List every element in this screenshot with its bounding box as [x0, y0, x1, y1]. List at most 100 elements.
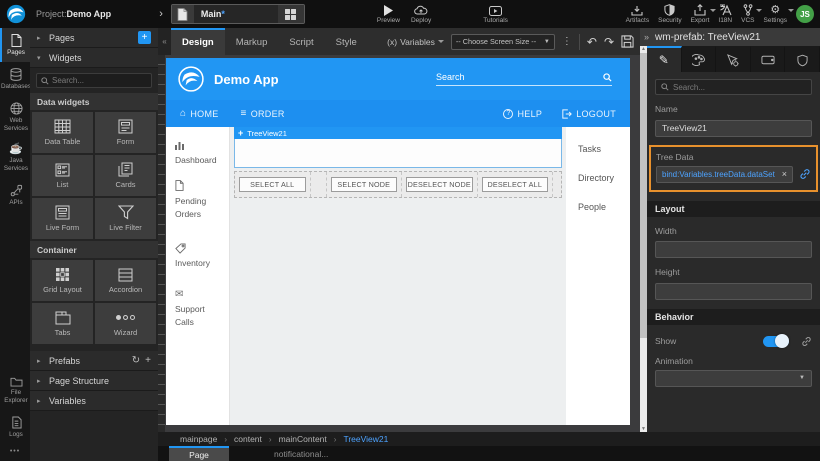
treeview-selection-header[interactable]: + TreeView21 [234, 127, 562, 139]
breadcrumb-current[interactable]: TreeView21 [343, 434, 388, 444]
widget-card-data-table[interactable]: Data Table [32, 112, 93, 153]
save-icon[interactable] [621, 35, 634, 48]
rail-item-databases[interactable]: Databases [0, 62, 30, 96]
bind-link-icon[interactable] [801, 336, 812, 347]
add-page-button[interactable]: + [138, 31, 151, 44]
section-prefabs[interactable]: ▸ Prefabs ↻ + [30, 351, 158, 371]
nav-order[interactable]: ≡ORDER [241, 108, 285, 119]
settings-button[interactable]: ⚙ Settings [764, 0, 788, 28]
redo-icon[interactable]: ↷ [604, 36, 614, 48]
link-people[interactable]: People [578, 202, 630, 212]
vcs-button[interactable]: VCS [741, 0, 754, 28]
deploy-button[interactable]: Deploy [411, 0, 431, 28]
tab-security[interactable] [785, 46, 820, 72]
rail-item-pages[interactable]: Pages [0, 28, 30, 62]
properties-search-input[interactable] [673, 83, 806, 92]
rail-item-apis[interactable]: APIs [0, 178, 30, 212]
breadcrumb-item[interactable]: mainpage [180, 434, 217, 444]
scroll-down-icon[interactable]: ▼ [641, 426, 646, 432]
rail-item-logs[interactable]: Logs [0, 410, 30, 444]
nav-home[interactable]: ⌂HOME [180, 108, 219, 119]
sidebar-item-inventory[interactable]: Inventory [175, 242, 229, 270]
collapse-left-panel-icon[interactable]: « [158, 28, 171, 55]
properties-panel-header: » wm-prefab: TreeView21 [640, 28, 820, 46]
rail-more-icon[interactable]: ••• [0, 444, 30, 461]
tab-page[interactable]: Page [169, 446, 229, 461]
section-pages[interactable]: ▸ Pages + [30, 28, 158, 48]
tab-style[interactable]: Style [325, 28, 368, 55]
widget-card-grid-layout[interactable]: Grid Layout [32, 260, 93, 301]
security-button[interactable]: Security [658, 0, 681, 28]
section-variables[interactable]: ▸ Variables [30, 391, 158, 411]
height-field[interactable] [655, 283, 812, 300]
widget-card-tabs[interactable]: Tabs [32, 303, 93, 344]
panel-scrollbar[interactable]: ▲ ▼ [640, 46, 647, 432]
topbar: Project:Demo App › Main* Preview Deploy … [0, 0, 820, 28]
artifacts-button[interactable]: Artifacts [626, 0, 649, 28]
sidebar-item-support-calls[interactable]: ✉ Support Calls [175, 288, 229, 329]
list-icon [55, 163, 70, 177]
animation-select[interactable]: ▼ [655, 370, 812, 387]
breadcrumb-item[interactable]: mainContent [279, 434, 327, 444]
select-all-button[interactable]: SELECT ALL [239, 177, 306, 192]
section-page-structure[interactable]: ▸ Page Structure [30, 371, 158, 391]
undo-icon[interactable]: ↶ [587, 36, 597, 48]
section-widgets[interactable]: ▾ Widgets [30, 48, 158, 68]
widget-search-input[interactable] [52, 76, 147, 85]
page-selector[interactable]: Main* [171, 4, 305, 24]
deselect-all-button[interactable]: DESELECT ALL [482, 177, 549, 192]
tab-script[interactable]: Script [278, 28, 324, 55]
widget-card-live-filter[interactable]: Live Filter [95, 198, 156, 239]
tab-properties[interactable]: ✎ [647, 46, 682, 72]
document-icon [175, 180, 229, 192]
rail-item-web-services[interactable]: Web Services [0, 96, 30, 138]
tab-device[interactable] [751, 46, 786, 72]
refresh-icon[interactable]: ↻ [132, 355, 140, 366]
screen-size-select[interactable]: -- Choose Screen Size -- ▼ [451, 34, 555, 50]
rail-item-file-explorer[interactable]: File Explorer [0, 370, 30, 410]
show-toggle[interactable] [763, 336, 789, 347]
funnel-icon [118, 205, 134, 220]
preview-button[interactable]: Preview [377, 0, 400, 28]
widget-card-wizard[interactable]: Wizard [95, 303, 156, 344]
bind-link-icon[interactable] [799, 168, 811, 180]
rail-item-java-services[interactable]: ☕ Java Services [0, 137, 30, 178]
tab-notification[interactable]: notificational... [274, 446, 328, 461]
page-grid-icon[interactable] [278, 5, 304, 23]
deselect-node-button[interactable]: DESELECT NODE [406, 177, 473, 192]
tutorials-button[interactable]: Tutorials [483, 0, 508, 28]
collapse-right-panel-icon[interactable]: » [644, 32, 649, 42]
tab-events[interactable] [716, 46, 751, 72]
link-tasks[interactable]: Tasks [578, 144, 630, 154]
nav-logout[interactable]: LOGOUT [562, 109, 616, 119]
app-search[interactable]: Search [436, 72, 612, 86]
sidebar-item-dashboard[interactable]: Dashboard [175, 139, 229, 167]
tab-styles[interactable] [682, 46, 717, 72]
tab-markup[interactable]: Markup [225, 28, 279, 55]
scroll-up-icon[interactable]: ▲ [641, 46, 646, 52]
clear-binding-icon[interactable]: × [778, 169, 787, 179]
add-prefab-icon[interactable]: + [145, 355, 151, 366]
widget-card-list[interactable]: List [32, 155, 93, 196]
group-title-data-widgets: Data widgets [30, 93, 158, 110]
breadcrumb-item[interactable]: content [234, 434, 262, 444]
i18n-button[interactable]: I18N [718, 0, 732, 28]
tree-data-field[interactable]: bind:Variables.treeData.dataSet × [656, 166, 793, 183]
scrollbar-thumb[interactable] [640, 53, 647, 338]
tab-design[interactable]: Design [171, 28, 225, 55]
width-field[interactable] [655, 241, 812, 258]
link-directory[interactable]: Directory [578, 173, 630, 183]
widget-card-accordion[interactable]: Accordion [95, 260, 156, 301]
nav-help[interactable]: ?HELP [503, 109, 542, 119]
widget-card-form[interactable]: Form [95, 112, 156, 153]
variables-dropdown[interactable]: (x)Variables [387, 37, 444, 47]
name-field[interactable] [655, 120, 812, 137]
widget-card-live-form[interactable]: Live Form [32, 198, 93, 239]
widget-card-cards[interactable]: Cards [95, 155, 156, 196]
sidebar-item-pending-orders[interactable]: Pending Orders [175, 180, 229, 221]
select-node-button[interactable]: SELECT NODE [331, 177, 398, 192]
more-options-icon[interactable]: ⋮ [562, 36, 572, 47]
treeview-widget[interactable] [234, 139, 562, 168]
user-avatar[interactable]: JS [796, 5, 814, 23]
export-button[interactable]: Export [691, 0, 710, 28]
